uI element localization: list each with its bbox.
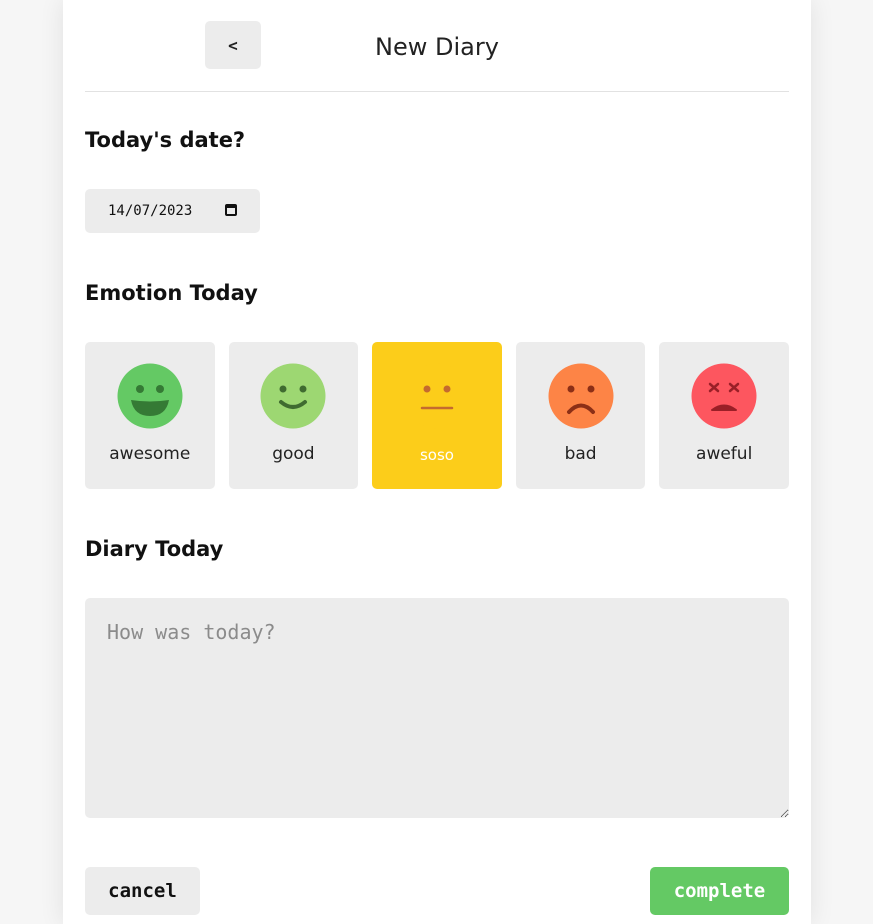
awesome-emotion-icon (117, 363, 183, 429)
emotion-label: good (272, 444, 315, 464)
emotion-item-bad[interactable]: bad (515, 342, 646, 489)
page-title: New Diary (375, 33, 499, 61)
emotion-label: soso (419, 446, 454, 464)
emotion-label: bad (564, 444, 597, 464)
emotion-label: aweful (696, 444, 753, 464)
emotion-label: awesome (109, 444, 191, 464)
aweful-emotion-icon (691, 363, 757, 429)
date-value: 14/07/2023 (108, 203, 193, 219)
emotion-item-soso[interactable]: soso (372, 342, 502, 489)
header: < New Diary (85, 0, 789, 92)
soso-emotion-icon (404, 363, 470, 429)
emotion-item-good[interactable]: good (228, 342, 359, 489)
cancel-button[interactable]: cancel (85, 867, 200, 915)
emotion-list: awesome good soso bad aweful (85, 342, 789, 489)
emotion-item-awesome[interactable]: awesome (85, 342, 215, 489)
complete-button[interactable]: complete (650, 867, 789, 915)
back-button[interactable]: < (205, 21, 261, 69)
diary-editor: < New Diary Today's date? 14/07/2023 Emo… (63, 0, 811, 924)
bad-emotion-icon (548, 363, 614, 429)
calendar-icon[interactable] (225, 204, 237, 216)
emotion-section-title: Emotion Today (85, 281, 258, 305)
diary-section-title: Diary Today (85, 537, 224, 561)
date-section-title: Today's date? (85, 128, 246, 152)
diary-textarea[interactable] (85, 598, 789, 818)
date-input[interactable]: 14/07/2023 (85, 189, 260, 233)
emotion-item-aweful[interactable]: aweful (659, 342, 789, 489)
good-emotion-icon (260, 363, 326, 429)
